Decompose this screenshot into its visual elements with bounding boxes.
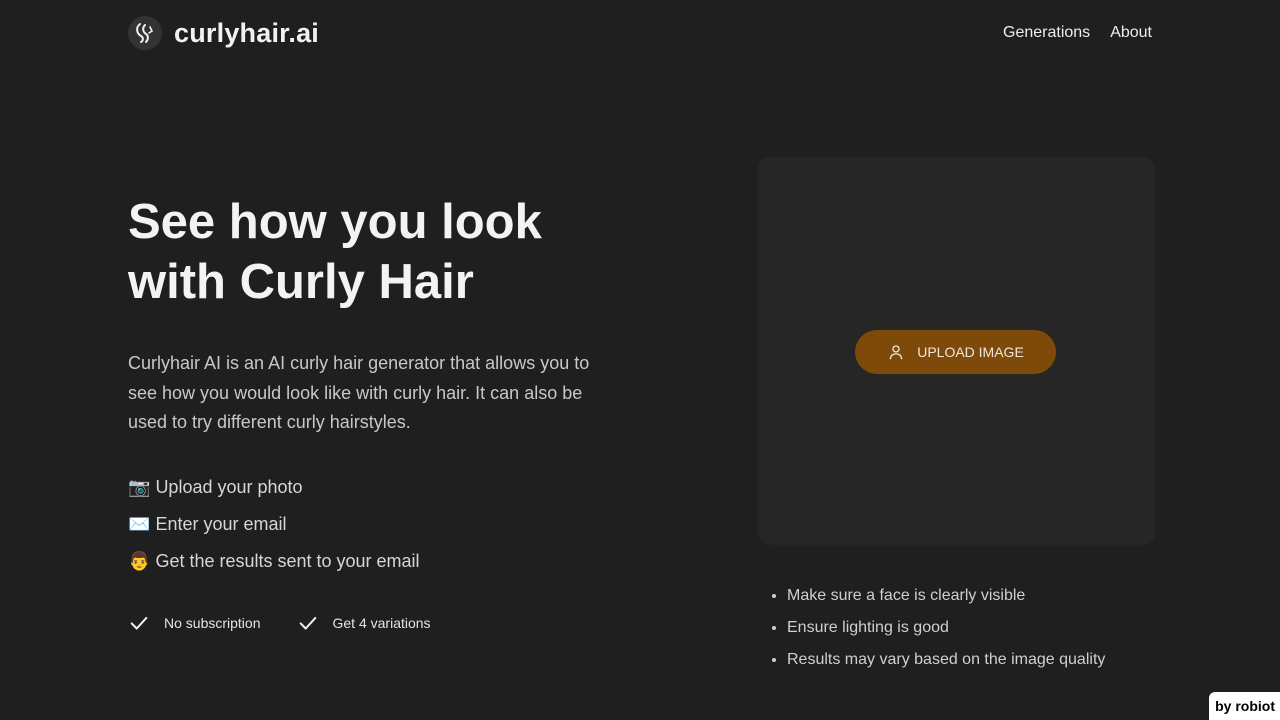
hero-title-line-1: See how you look [128,195,542,249]
step-upload-photo: 📷 Upload your photo [128,474,420,511]
tip-item: Make sure a face is clearly visible [787,584,1167,616]
check-icon [130,616,148,630]
tip-item: Results may vary based on the image qual… [787,648,1167,680]
by-robiot-badge[interactable]: by robiot [1209,692,1280,720]
hero-title: See how you look with Curly Hair [128,192,648,312]
man-emoji-icon: 👨 [128,551,151,571]
feature-label: No subscription [164,615,261,631]
step-enter-email: ✉️ Enter your email [128,511,420,548]
steps-list: 📷 Upload your photo ✉️ Enter your email … [128,474,420,585]
step-get-results: 👨 Get the results sent to your email [128,548,420,585]
nav-about-link[interactable]: About [1110,24,1152,42]
hero-description: Curlyhair AI is an AI curly hair generat… [128,353,590,432]
feature-list: No subscription Get 4 variations [128,612,431,634]
brand-name: curlyhair.ai [174,17,319,48]
user-icon [889,345,903,360]
brand-link[interactable]: curlyhair.ai [128,16,319,50]
page: curlyhair.ai Generations About See how y… [0,0,1280,720]
upload-button-label: UPLOAD IMAGE [917,344,1024,360]
site-header: curlyhair.ai Generations About [128,14,1152,52]
feature-label: Get 4 variations [332,615,431,631]
envelope-emoji-icon: ✉️ [128,514,151,534]
camera-emoji-icon: 📷 [128,477,151,497]
feature-no-subscription: No subscription [128,612,261,634]
step-text: Upload your photo [155,477,303,497]
upload-image-button[interactable]: UPLOAD IMAGE [855,330,1056,374]
hero-title-line-2: with Curly Hair [128,255,474,309]
nav-generations-link[interactable]: Generations [1003,24,1090,42]
check-icon [299,616,316,630]
main-nav: Generations About [1003,24,1152,42]
step-text: Enter your email [155,514,287,534]
step-text: Get the results sent to your email [155,551,420,571]
upload-tips-list: Make sure a face is clearly visible Ensu… [787,584,1167,680]
feature-variations: Get 4 variations [297,612,431,634]
tip-item: Ensure lighting is good [787,616,1167,648]
curly-hair-logo-icon [128,16,162,50]
